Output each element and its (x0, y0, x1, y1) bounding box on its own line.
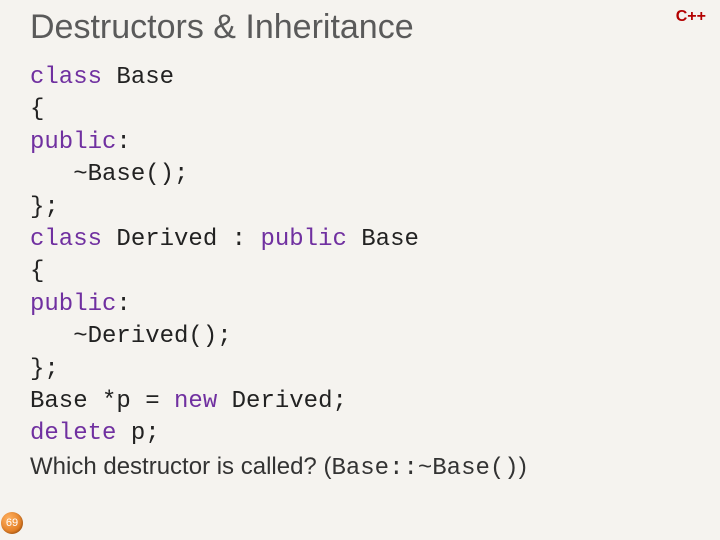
slide-title: Destructors & Inheritance (30, 8, 414, 47)
slide: Destructors & Inheritance C++ class Base… (0, 0, 720, 540)
code-text: Derived : (102, 226, 260, 253)
code-line: ~Derived(); (30, 321, 527, 353)
code-text: ~Derived(); (30, 323, 232, 350)
code-keyword: class (30, 226, 102, 253)
code-block: class Base{public: ~Base();};class Deriv… (30, 62, 527, 485)
code-keyword: delete (30, 420, 116, 447)
code-text: }; (30, 194, 59, 221)
code-text: }; (30, 356, 59, 383)
code-keyword: class (30, 64, 102, 91)
question-text: ) (519, 453, 527, 480)
code-text: p; (116, 420, 159, 447)
question-text: Which destructor is called? ( (30, 453, 331, 480)
code-text: ~Base(); (30, 161, 188, 188)
code-line: }; (30, 192, 527, 224)
code-line: { (30, 94, 527, 126)
code-text: Base (102, 64, 174, 91)
code-keyword: new (174, 388, 217, 415)
code-text: Base *p = (30, 388, 174, 415)
code-line: ~Base(); (30, 159, 527, 191)
code-keyword: public (30, 129, 116, 156)
code-line: }; (30, 354, 527, 386)
code-line: class Derived : public Base (30, 224, 527, 256)
code-text: : (116, 291, 130, 318)
code-text: Derived; (217, 388, 347, 415)
question-code: Base::~Base() (331, 455, 518, 482)
code-text: : (116, 129, 130, 156)
page-number-badge: 69 (1, 512, 23, 534)
code-line: class Base (30, 62, 527, 94)
code-text: { (30, 258, 44, 285)
code-line: public: (30, 289, 527, 321)
code-line: delete p; (30, 418, 527, 450)
question-line: Which destructor is called? (Base::~Base… (30, 451, 527, 485)
code-text: { (30, 96, 44, 123)
code-keyword: public (30, 291, 116, 318)
code-line: { (30, 256, 527, 288)
code-keyword: public (260, 226, 346, 253)
code-line: public: (30, 127, 527, 159)
code-text: Base (347, 226, 419, 253)
language-badge: C++ (676, 8, 706, 26)
code-line: Base *p = new Derived; (30, 386, 527, 418)
